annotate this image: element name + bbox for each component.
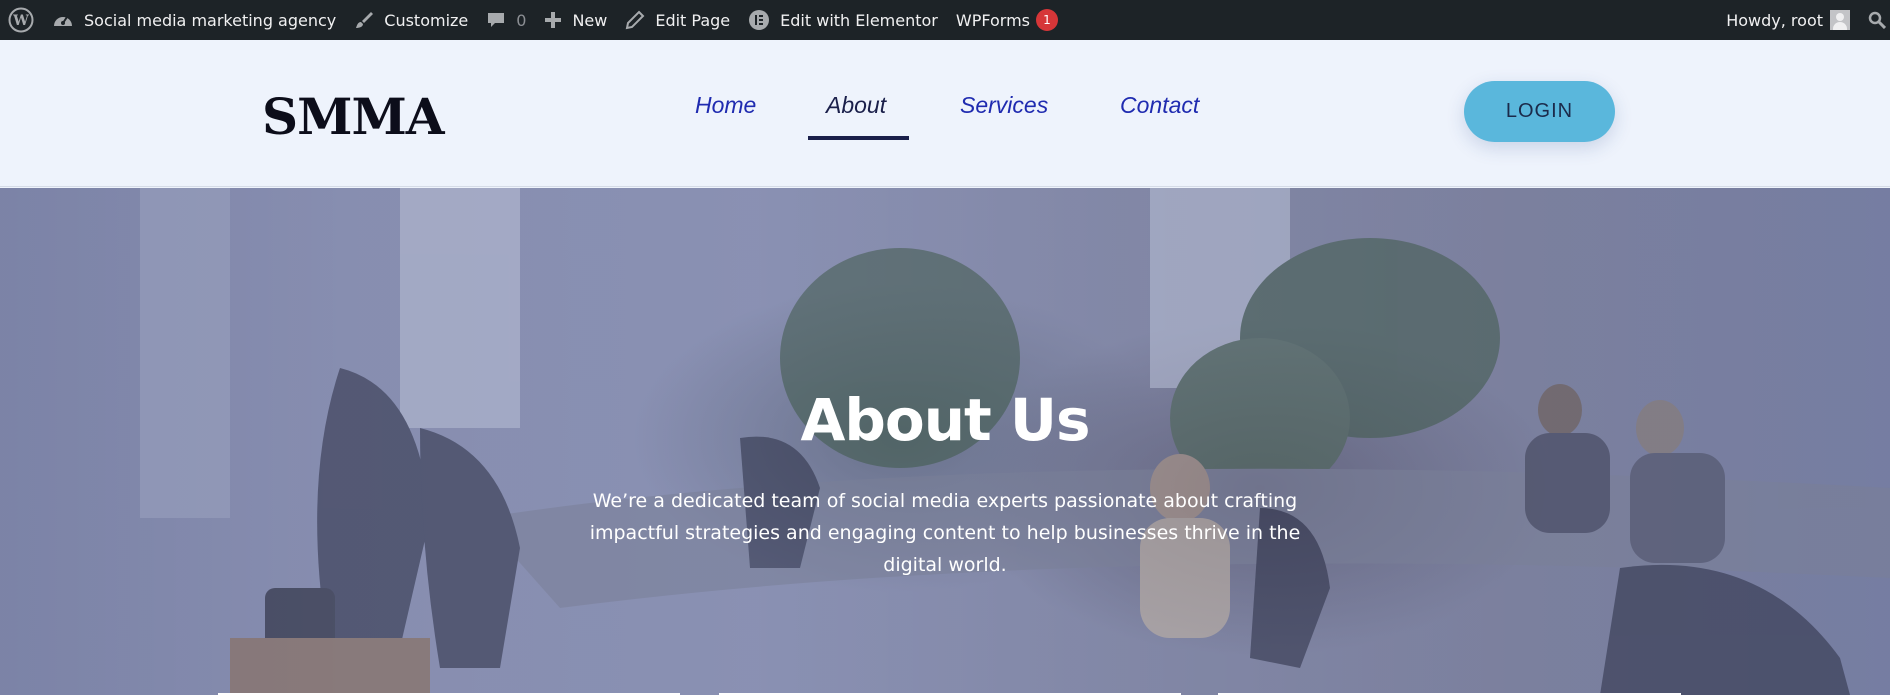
nav-about[interactable]: About xyxy=(826,92,886,119)
site-header: SMMA Home About Services Contact LOGIN xyxy=(0,40,1890,187)
site-logo[interactable]: SMMA xyxy=(262,87,445,146)
site-name-menu[interactable]: Social media marketing agency xyxy=(43,0,345,40)
pencil-icon xyxy=(626,10,645,30)
comments-count: 0 xyxy=(516,10,527,30)
my-account-menu[interactable]: Howdy, root xyxy=(1717,0,1859,40)
hero-title: About Us xyxy=(800,386,1090,454)
dashboard-icon xyxy=(54,16,72,26)
svg-text:W: W xyxy=(12,13,29,29)
wp-admin-bar: W Social media marketing agency Customiz… xyxy=(0,0,1890,40)
edit-elementor-label: Edit with Elementor xyxy=(780,10,938,30)
hero-description: We’re a dedicated team of social media e… xyxy=(589,490,1301,576)
hero-section: About Us We’re a dedicated team of socia… xyxy=(0,188,1890,695)
comment-icon xyxy=(488,13,505,27)
edit-with-elementor-link[interactable]: Edit with Elementor xyxy=(739,0,947,40)
howdy-label: Howdy, root xyxy=(1726,10,1823,30)
elementor-icon xyxy=(749,10,770,30)
search-icon xyxy=(1868,11,1886,29)
comments-link[interactable]: 0 xyxy=(477,0,535,40)
login-button[interactable]: LOGIN xyxy=(1464,81,1615,142)
new-label: New xyxy=(572,10,608,30)
customize-label: Customize xyxy=(384,10,469,30)
nav-home[interactable]: Home xyxy=(695,92,756,119)
plus-icon xyxy=(545,12,562,28)
site-name-label: Social media marketing agency xyxy=(84,10,337,30)
nav-contact[interactable]: Contact xyxy=(1120,92,1199,119)
wpforms-label: WPForms xyxy=(955,10,1030,30)
admin-search-button[interactable] xyxy=(1859,0,1890,40)
new-content-menu[interactable]: New xyxy=(535,0,616,40)
edit-page-label: Edit Page xyxy=(655,10,731,30)
paintbrush-icon xyxy=(356,12,374,28)
wordpress-icon: W xyxy=(8,7,34,33)
wpforms-notification-badge: 1 xyxy=(1035,9,1058,31)
active-nav-indicator xyxy=(808,136,909,140)
avatar xyxy=(1830,10,1850,30)
nav-services[interactable]: Services xyxy=(960,92,1048,119)
wp-logo-menu[interactable]: W xyxy=(0,0,43,40)
wpforms-menu[interactable]: WPForms 1 xyxy=(947,0,1067,40)
edit-page-link[interactable]: Edit Page xyxy=(616,0,739,40)
customize-link[interactable]: Customize xyxy=(345,0,477,40)
